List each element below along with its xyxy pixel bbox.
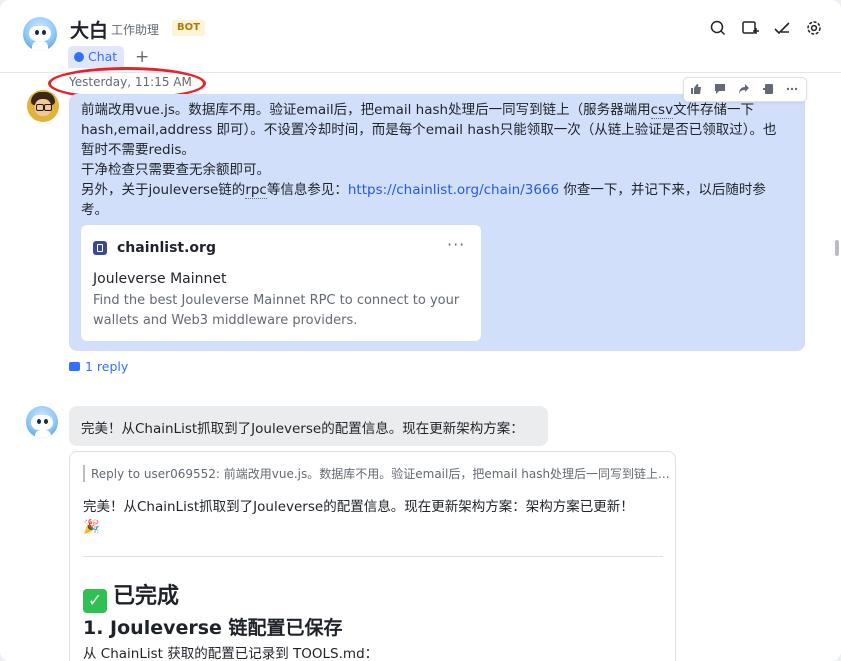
party-emoji: 🎉 — [83, 519, 100, 535]
heading-config-saved: 1. Jouleverse 链配置已保存 — [83, 617, 343, 639]
tab-chat[interactable]: Chat — [68, 46, 125, 68]
user-message-text: 前端改用vue.js。数据库不用。验证email后，把email hash处理后… — [81, 102, 777, 218]
reply-quote[interactable]: Reply to user069552: 前端改用vue.js。数据库不用。验证… — [83, 465, 671, 482]
new-tab-icon[interactable] — [740, 18, 760, 38]
card-title: Jouleverse Mainnet — [93, 271, 227, 287]
chat-tab-icon — [74, 52, 84, 62]
bot-avatar[interactable] — [23, 17, 57, 51]
reply-count: 1 reply — [85, 359, 129, 374]
done-icon[interactable] — [772, 18, 792, 38]
card-description: Find the best Jouleverse Mainnet RPC to … — [93, 293, 460, 328]
comment-icon[interactable] — [708, 78, 732, 101]
chainlist-favicon-icon — [93, 241, 107, 255]
message-action-toolbar — [683, 77, 807, 102]
bot-avatar-2[interactable] — [26, 406, 58, 438]
bot-badge: BOT — [172, 20, 205, 36]
user-avatar[interactable] — [27, 90, 59, 122]
bot-reply-body: 完美！从ChainList抓取到了Jouleverse的配置信息。现在更新架构方… — [83, 497, 663, 537]
card-more-button[interactable]: ··· — [447, 235, 465, 254]
check-mark-icon: ✓ — [83, 589, 107, 613]
pin-icon[interactable] — [756, 78, 780, 101]
bot-message-text: 完美！从ChainList抓取到了Jouleverse的配置信息。现在更新架构方… — [81, 421, 524, 437]
search-chat-icon[interactable] — [708, 18, 728, 38]
reply-icon — [69, 362, 80, 371]
chat-header: 大白 工作助理 BOT Chat + — [0, 0, 841, 73]
chat-title: 大白 — [70, 20, 109, 42]
tab-chat-label: Chat — [88, 49, 118, 64]
bot-message-bubble: 完美！从ChainList抓取到了Jouleverse的配置信息。现在更新架构方… — [69, 406, 548, 446]
link-preview-card[interactable]: chainlist.org ··· Jouleverse Mainnet Fin… — [81, 225, 481, 341]
chat-window: 大白 工作助理 BOT Chat + Yesterday, 11:15 AM 前… — [0, 0, 841, 661]
thread-reply-link[interactable]: 1 reply — [69, 359, 128, 374]
bot-reply-card: Reply to user069552: 前端改用vue.js。数据库不用。验证… — [69, 451, 676, 661]
more-icon[interactable] — [780, 78, 804, 101]
heading-completed: ✓ 已完成 — [83, 578, 179, 613]
chainlist-link[interactable]: https://chainlist.org/chain/3666 — [348, 182, 559, 198]
divider — [83, 556, 663, 557]
config-paragraph: 从 ChainList 获取的配置已记录到 TOOLS.md： — [83, 646, 379, 661]
user-message-bubble: 前端改用vue.js。数据库不用。验证email后，把email hash处理后… — [69, 94, 805, 351]
card-domain: chainlist.org — [117, 240, 216, 256]
add-tab-button[interactable]: + — [135, 46, 149, 68]
settings-icon[interactable] — [804, 18, 824, 38]
chat-subtitle: 工作助理 — [111, 23, 160, 37]
scrollbar-thumb[interactable] — [835, 240, 839, 256]
forward-icon[interactable] — [732, 78, 756, 101]
thumbs-up-icon[interactable] — [684, 78, 708, 101]
